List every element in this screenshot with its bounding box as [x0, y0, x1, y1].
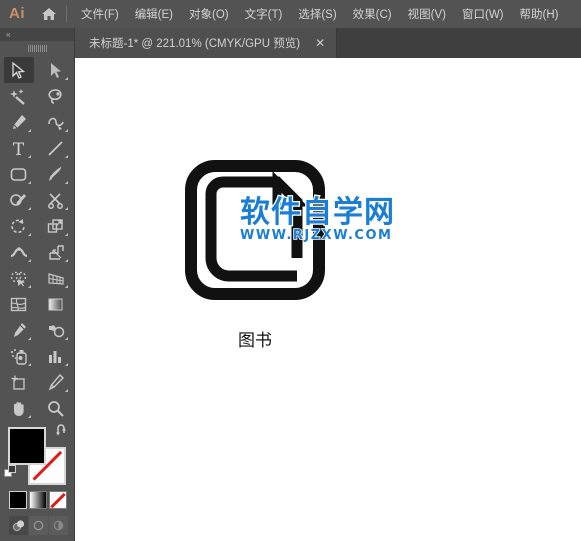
- menu-window[interactable]: 窗口(W): [454, 1, 512, 27]
- close-icon[interactable]: ✕: [312, 36, 328, 50]
- curvature-tool[interactable]: [41, 109, 71, 135]
- artboard-tool[interactable]: [4, 369, 34, 395]
- document-tab-bar: 未标题-1* @ 221.01% (CMYK/GPU 预览) ✕: [75, 28, 581, 58]
- menu-type[interactable]: 文字(T): [237, 1, 291, 27]
- direct-selection-tool[interactable]: [41, 57, 71, 83]
- symbol-sprayer-tool[interactable]: [4, 343, 34, 369]
- tool-panel: « T: [0, 28, 75, 541]
- panel-drag-handle[interactable]: [0, 41, 74, 55]
- shape-builder-tool[interactable]: [4, 265, 34, 291]
- draw-mode-normal[interactable]: [9, 516, 28, 535]
- type-tool[interactable]: T: [4, 135, 34, 161]
- paint-mode-none[interactable]: [49, 491, 67, 509]
- selection-tool[interactable]: [3, 57, 34, 83]
- scissors-tool[interactable]: [41, 187, 71, 213]
- draw-mode-inside[interactable]: [49, 516, 68, 535]
- menu-bar: Ai 文件(F) 编辑(E) 对象(O) 文字(T) 选择(S) 效果(C) 视…: [0, 0, 581, 28]
- line-segment-tool[interactable]: [41, 135, 71, 161]
- slice-tool[interactable]: [41, 369, 71, 395]
- rectangle-tool[interactable]: [4, 161, 34, 187]
- menu-help[interactable]: 帮助(H): [512, 1, 567, 27]
- draw-mode-bar: [9, 516, 74, 535]
- ai-logo: Ai: [9, 5, 25, 22]
- illustrator-window: Ai 文件(F) 编辑(E) 对象(O) 文字(T) 选择(S) 效果(C) 视…: [0, 0, 581, 541]
- eyedropper-tool[interactable]: [4, 317, 34, 343]
- column-graph-tool[interactable]: [41, 343, 71, 369]
- menu-file[interactable]: 文件(F): [73, 1, 127, 27]
- pen-tool[interactable]: [4, 109, 34, 135]
- menu-item-list: 文件(F) 编辑(E) 对象(O) 文字(T) 选择(S) 效果(C) 视图(V…: [73, 1, 566, 27]
- scale-tool[interactable]: [41, 213, 71, 239]
- tool-list: T: [0, 55, 74, 421]
- draw-mode-behind[interactable]: [29, 516, 48, 535]
- paint-mode-gradient[interactable]: [29, 491, 47, 509]
- rotate-tool[interactable]: [4, 213, 34, 239]
- menu-view[interactable]: 视图(V): [400, 1, 454, 27]
- pencil-tool[interactable]: [4, 187, 34, 213]
- menu-object[interactable]: 对象(O): [181, 1, 237, 27]
- tool-panel-header: «: [0, 28, 74, 41]
- document-canvas[interactable]: 图书 软件自学网 WWW.RJZXW.COM: [75, 58, 581, 541]
- default-fill-stroke-icon[interactable]: [4, 465, 18, 484]
- document-tab-title: 未标题-1* @ 221.01% (CMYK/GPU 预览): [89, 38, 301, 50]
- document-tab[interactable]: 未标题-1* @ 221.01% (CMYK/GPU 预览) ✕: [75, 28, 338, 58]
- svg-text:T: T: [13, 140, 25, 157]
- swap-fill-stroke-icon[interactable]: [55, 424, 68, 442]
- menu-select[interactable]: 选择(S): [290, 1, 344, 27]
- paint-mode-bar: [9, 491, 74, 509]
- collapse-panel-icon[interactable]: «: [6, 30, 11, 39]
- perspective-grid-tool[interactable]: [41, 265, 71, 291]
- lasso-tool[interactable]: [41, 83, 71, 109]
- home-icon[interactable]: [34, 7, 64, 21]
- hand-tool[interactable]: [4, 395, 34, 421]
- mesh-tool[interactable]: [4, 291, 34, 317]
- menu-effect[interactable]: 效果(C): [345, 1, 400, 27]
- artwork-label: 图书: [238, 331, 272, 351]
- menu-divider: [66, 6, 67, 22]
- magic-wand-tool[interactable]: [4, 83, 34, 109]
- zoom-tool[interactable]: [41, 395, 71, 421]
- width-tool[interactable]: [4, 239, 34, 265]
- paintbrush-tool[interactable]: [41, 161, 71, 187]
- paint-mode-color[interactable]: [9, 491, 27, 509]
- fill-stroke-control: [4, 424, 68, 485]
- book-icon-artwork[interactable]: [185, 160, 325, 305]
- fill-swatch[interactable]: [8, 427, 46, 465]
- none-icon: [50, 492, 66, 508]
- menu-edit[interactable]: 编辑(E): [127, 1, 181, 27]
- blend-tool[interactable]: [41, 317, 71, 343]
- free-transform-tool[interactable]: [41, 239, 71, 265]
- gradient-tool[interactable]: [41, 291, 71, 317]
